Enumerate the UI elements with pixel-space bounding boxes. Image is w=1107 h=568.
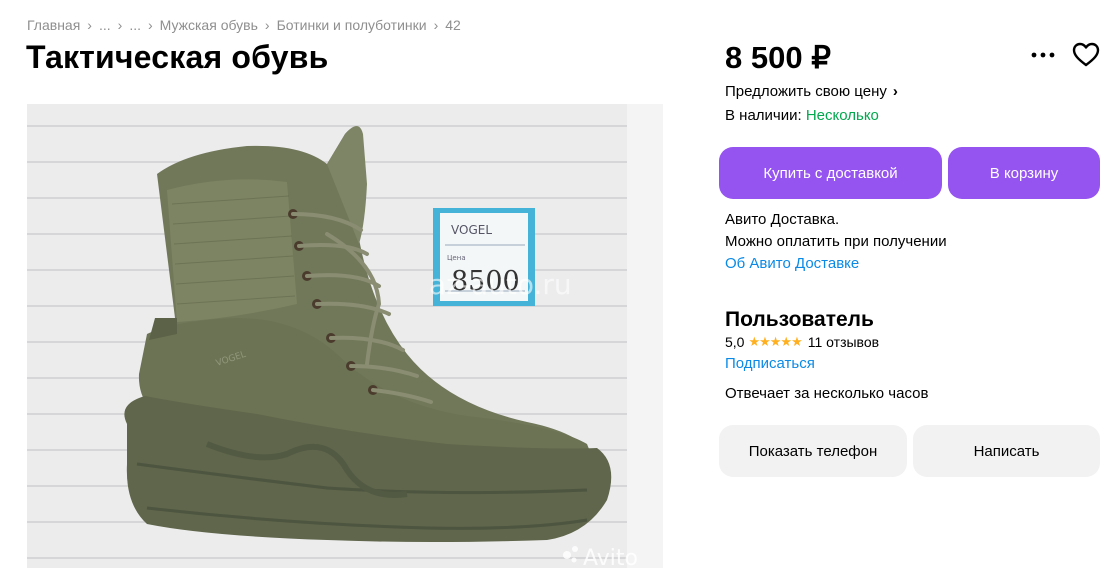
more-dots-icon[interactable] [1029, 43, 1057, 67]
breadcrumb-separator: › [147, 17, 153, 33]
seller-rating: 5,0 ★★★★★ 11 отзывов [725, 334, 879, 350]
reviews-link[interactable]: 11 отзывов [808, 334, 879, 350]
write-message-button[interactable]: Написать [913, 425, 1100, 477]
payment-info-line: Можно оплатить при получении [725, 233, 947, 250]
breadcrumb-item-home[interactable]: Главная [27, 17, 80, 33]
breadcrumb-item-size[interactable]: 42 [445, 17, 461, 33]
breadcrumb-separator: › [117, 17, 123, 33]
site-watermark: az-auto.ru [429, 268, 572, 301]
breadcrumb-item-boots[interactable]: Ботинки и полуботинки [277, 17, 427, 33]
product-photo-image: VOGEL Цена 8500 az-auto.ru VOGEL Avito [27, 104, 663, 568]
svg-text:Avito: Avito [583, 546, 638, 568]
breadcrumb-item-collapsed-1[interactable]: ... [99, 17, 111, 33]
about-delivery-link[interactable]: Об Авито Доставке [725, 255, 859, 272]
delivery-info-line: Авито Доставка. [725, 211, 840, 228]
offer-price-link[interactable]: Предложить свою цену › [725, 83, 898, 100]
svg-text:Цена: Цена [447, 254, 466, 262]
subscribe-link[interactable]: Подписаться [725, 355, 815, 372]
svg-text:VOGEL: VOGEL [451, 223, 492, 237]
seller-name[interactable]: Пользователь [725, 308, 874, 332]
product-photo[interactable]: VOGEL Цена 8500 az-auto.ru VOGEL Avito [27, 104, 663, 568]
rating-stars-icon: ★★★★★ [748, 334, 802, 349]
offer-price-label: Предложить свою цену [725, 83, 887, 100]
heart-icon[interactable] [1072, 42, 1100, 68]
show-phone-button[interactable]: Показать телефон [719, 425, 907, 477]
page-title: Тактическая обувь [26, 39, 329, 75]
breadcrumb-item-collapsed-2[interactable]: ... [129, 17, 141, 33]
breadcrumb-separator: › [433, 17, 439, 33]
chevron-right-icon: › [892, 83, 898, 100]
breadcrumb: Главная › ... › ... › Мужская обувь › Бо… [27, 17, 461, 33]
breadcrumb-separator: › [87, 17, 92, 33]
rating-value: 5,0 [725, 334, 745, 350]
breadcrumb-item-mens-shoes[interactable]: Мужская обувь [160, 17, 258, 33]
availability-label: В наличии: [725, 107, 802, 124]
breadcrumb-separator: › [264, 17, 270, 33]
add-to-cart-button[interactable]: В корзину [948, 147, 1100, 199]
availability-value: Несколько [805, 107, 879, 124]
availability: В наличии: Несколько [725, 107, 879, 124]
price: 8 500 ₽ [725, 40, 831, 75]
buy-with-delivery-button[interactable]: Купить с доставкой [719, 147, 942, 199]
response-time: Отвечает за несколько часов [725, 385, 929, 402]
